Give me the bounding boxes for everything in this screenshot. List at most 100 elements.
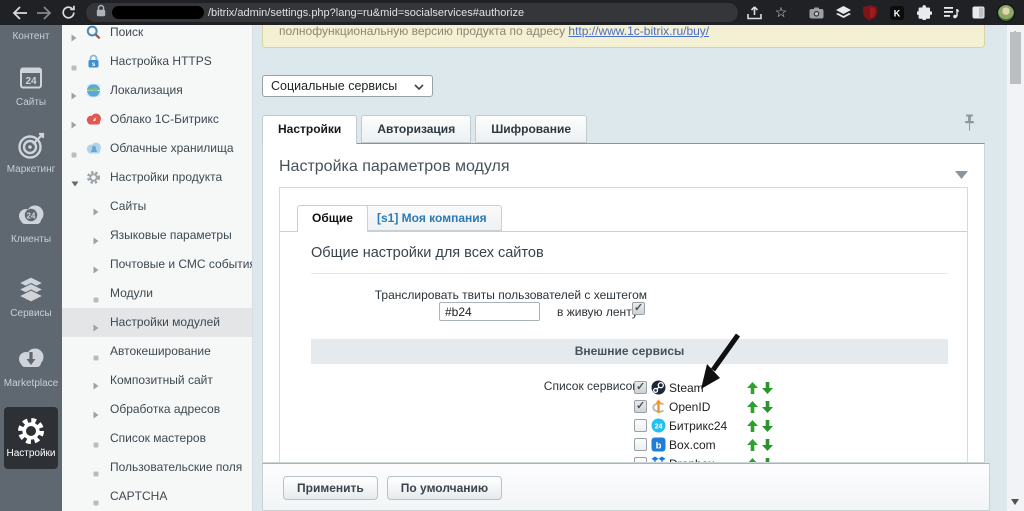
menu-item-user-fields[interactable]: Пользовательские поля [62,453,252,482]
sidepanel-extension-icon[interactable] [970,5,986,21]
move-down-icon[interactable] [762,381,773,399]
box-icon: b [651,437,666,452]
module-select-value: Социальные сервисы [271,79,397,93]
primary-sidebar: Контент24СайтыМаркетинг24КлиентыСервисыM… [0,25,62,511]
sidebar-item-label: Клиенты [0,234,62,245]
menu-item-localization[interactable]: Локализация [62,76,252,105]
bitrix24-checkbox[interactable] [634,419,647,432]
buy-link[interactable]: http://www.1c-bitrix.ru/buy/ [568,25,709,38]
svg-text:b: b [656,441,662,452]
scrollbar-thumb[interactable] [1010,32,1021,84]
menu-item-cloud-storage[interactable]: Облачные хранилища [62,134,252,163]
tab-authorization[interactable]: Авторизация [361,115,471,143]
menu-item-product-settings[interactable]: Настройки продукта [62,163,252,192]
lock-icon [96,4,106,22]
arrow-marker-icon [71,116,77,134]
menu-item-label: Облачные хранилища [110,134,234,163]
screenshot-extension-icon[interactable] [808,5,824,21]
move-up-icon[interactable] [747,438,758,456]
settings-tabs: НастройкиАвторизацияШифрование [262,115,591,144]
steam-checkbox[interactable] [634,381,647,394]
playlist-extension-icon[interactable] [943,5,959,21]
sidebar-item-marketplace[interactable]: Marketplace [0,346,62,389]
module-settings-panel: Настройка параметров модуля Общие [s1] М… [262,143,985,463]
bullet-marker-icon [93,435,99,453]
menu-item-modules[interactable]: Модули [62,279,252,308]
scroll-down-arrow[interactable] [1011,499,1019,505]
sidebar-item-clients[interactable]: 24Клиенты [0,202,62,245]
profile-avatar[interactable] [997,4,1015,22]
cloud-storage-icon [86,141,102,159]
module-select[interactable]: Социальные сервисы [262,75,433,97]
notice-text: полнофункциональную версию продукта по а… [279,25,568,38]
sidebar-item-settings[interactable]: Настройки [4,407,58,469]
menu-item-label: Пользовательские поля [110,453,242,482]
address-bar[interactable]: /bitrix/admin/settings.php?lang=ru&mid=s… [86,3,738,22]
kagi-extension-icon[interactable]: K [889,5,905,21]
menu-item-address-processing[interactable]: Обработка адресов [62,395,252,424]
menu-item-label: Автокеширование [110,337,211,366]
trial-notice: полнофункциональную версию продукта по а… [262,25,985,48]
menu-item-sites[interactable]: Сайты [62,192,252,221]
hashtag-input[interactable] [439,302,540,321]
move-up-icon[interactable] [747,400,758,418]
forward-icon[interactable] [32,6,56,20]
apply-button[interactable]: Применить [283,476,378,500]
sites-icon: 24 [0,65,62,93]
box-checkbox[interactable] [634,438,647,451]
menu-item-search[interactable]: Поиск [62,25,252,47]
back-icon[interactable] [8,6,32,20]
menu-item-mail-sms-events[interactable]: Почтовые и СМС события [62,250,252,279]
page-scrollbar[interactable] [1007,25,1024,511]
move-up-icon[interactable] [747,381,758,399]
stack-extension-icon[interactable] [835,5,851,21]
tab-s1-company[interactable]: [s1] Моя компания [362,205,502,231]
tab-settings[interactable]: Настройки [262,115,357,144]
menu-item-cloud-1c-bitrix[interactable]: Облако 1С-Битрикс [62,105,252,134]
product-settings-icon [86,170,101,190]
menu-item-label: Обработка адресов [110,395,220,424]
move-down-icon[interactable] [762,400,773,418]
sidebar-item-content[interactable]: Контент [0,25,62,42]
ublock-shield-icon[interactable] [862,5,878,21]
pin-icon[interactable] [963,114,976,137]
arrow-marker-icon [93,232,99,250]
sidebar-item-marketing[interactable]: Маркетинг [0,132,62,175]
bookmark-star-icon[interactable]: ☆ [773,5,789,21]
menu-item-label: Настройки модулей [110,308,220,337]
service-row-openid: OpenID [634,398,814,415]
service-row-box: bBox.com [634,436,814,453]
bitrix24-icon: 24 [651,418,666,433]
menu-item-captcha[interactable]: CAPTCHA [62,482,252,511]
chevron-down-icon [414,79,424,93]
menu-item-composite-site[interactable]: Композитный сайт [62,366,252,395]
move-down-icon[interactable] [762,438,773,456]
sidebar-item-label: Marketplace [0,378,62,389]
menu-item-module-settings[interactable]: Настройки модулей [62,308,252,337]
hashtag-label: Транслировать твиты пользователей с хешт… [280,288,647,302]
tab-encryption[interactable]: Шифрование [475,115,587,143]
hashtag-suffix: в живую ленту [557,305,638,319]
menu-item-wizard-list[interactable]: Список мастеров [62,424,252,453]
sidebar-item-sites[interactable]: 24Сайты [0,65,62,108]
menu-item-autocache[interactable]: Автокеширование [62,337,252,366]
menu-item-https-settings[interactable]: sНастройка HTTPS [62,47,252,76]
external-services-header: Внешние сервисы [311,339,948,364]
arrow-marker-icon [71,87,77,105]
openid-checkbox[interactable] [634,400,647,413]
extensions-puzzle-icon[interactable] [916,5,932,21]
reload-icon[interactable] [56,5,80,20]
collapse-caret-icon[interactable] [955,166,968,184]
default-button[interactable]: По умолчанию [387,476,502,500]
menu-item-language-params[interactable]: Языковые параметры [62,221,252,250]
menu-item-label: CAPTCHA [110,482,167,511]
sidebar-item-services[interactable]: Сервисы [0,276,62,319]
service-row-bitrix24: 24Битрикс24 [634,417,814,434]
sidebar-item-label: Контент [0,31,62,42]
tab-general[interactable]: Общие [297,205,368,232]
livefeed-checkbox[interactable] [632,302,645,315]
arrow-marker-icon [93,406,99,424]
move-down-icon[interactable] [762,419,773,437]
share-icon[interactable] [746,5,762,21]
move-up-icon[interactable] [747,419,758,437]
